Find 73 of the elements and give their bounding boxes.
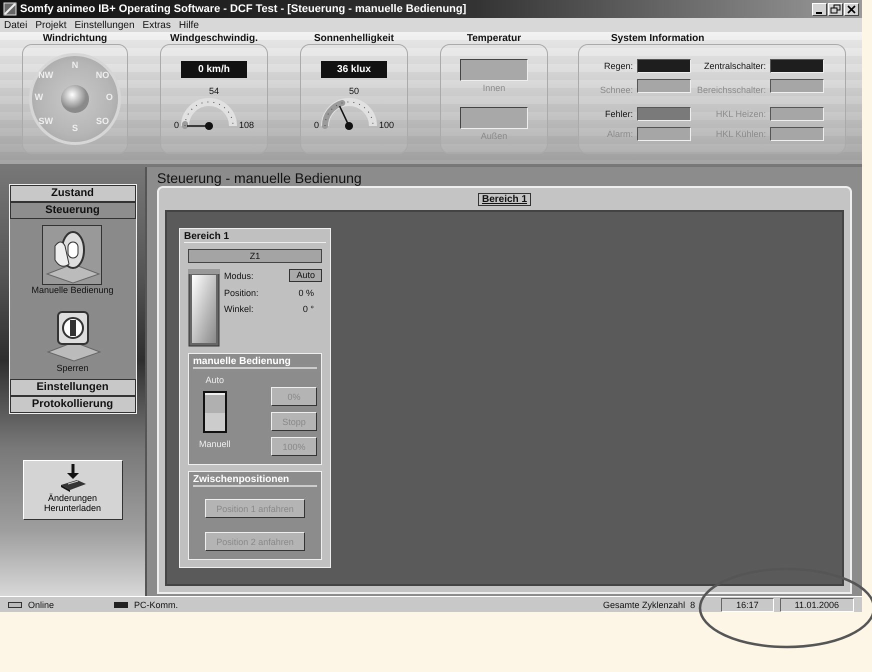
field-label: Position:	[224, 288, 259, 298]
scale-label: 0	[174, 120, 179, 130]
zone-name: Z1	[188, 249, 322, 263]
panel-title: Temperatur	[466, 33, 522, 44]
navigation-item[interactable]: Sperren	[56, 363, 89, 373]
blind-icon	[188, 269, 220, 347]
gauge-needle	[338, 106, 353, 130]
compass-label: SO	[96, 116, 110, 126]
indicator-label: Zentralschalter:	[704, 61, 766, 71]
download-changes-button[interactable]: Änderungen Herunterladen	[22, 460, 122, 520]
reading-display: 36 klux	[321, 61, 387, 78]
status-time: 16:17	[721, 598, 774, 612]
indicator-label: Schnee:	[600, 85, 633, 95]
indicator-label: HKL Heizen:	[716, 109, 766, 119]
compass-label: O	[106, 92, 113, 102]
navigation-tab[interactable]: Zustand	[10, 185, 136, 202]
page-title: Steuerung - manuelle Bedienung	[157, 170, 363, 186]
navigation-tab[interactable]: Einstellungen	[10, 379, 136, 396]
compass-label: W	[34, 92, 44, 102]
reading-display: 0 km/h	[181, 61, 247, 78]
field-label: Modus:	[224, 270, 254, 280]
computer-icon	[114, 602, 128, 608]
temperature-field	[460, 59, 528, 81]
switch-label: Auto	[206, 375, 224, 385]
compass-label: N	[72, 60, 78, 70]
compass-label: SW	[38, 116, 53, 126]
temperature-field	[460, 107, 528, 129]
scale-label: 0	[314, 120, 319, 130]
panel-title: System Information	[611, 33, 706, 44]
menu-item[interactable]: Hilfe	[178, 20, 199, 30]
status-text: PC-Komm.	[134, 600, 178, 610]
compass-label: NO	[96, 70, 110, 80]
auto-manual-switch[interactable]	[202, 391, 227, 433]
window-title: Somfy animeo IB+ Operating Software - DCF Test - [Steuerung - manuelle Bedienung]	[20, 3, 468, 15]
card-title: Bereich 1	[184, 231, 326, 243]
scale-label: 54	[208, 86, 219, 96]
indicator-label: Bereichsschalter:	[697, 85, 766, 95]
field-label: Winkel:	[224, 304, 254, 314]
menu-item[interactable]: Projekt	[35, 20, 66, 30]
app-icon	[3, 2, 17, 16]
switch-label: Manuell	[199, 439, 231, 449]
close-icon[interactable]	[844, 2, 859, 16]
field-value: 0 °	[302, 304, 315, 314]
menu-item[interactable]: Einstellungen	[74, 20, 135, 30]
card-title: Zwischenpositionen	[193, 474, 317, 487]
status-text: Online	[28, 600, 54, 610]
indicator-label: Regen:	[604, 61, 633, 71]
card-title: manuelle Bedienung	[193, 356, 317, 369]
mode-field: Auto	[289, 269, 322, 282]
status-text: Gesamte Zyklenzahl 8	[602, 600, 696, 610]
connection-icon	[8, 602, 22, 608]
status-date: 11.01.2006	[780, 598, 854, 612]
navigation-tab[interactable]: Protokollierung	[10, 396, 136, 413]
field-label: Innen	[482, 83, 506, 93]
navigation-tab[interactable]: Steuerung	[10, 202, 136, 219]
minimize-icon[interactable]	[812, 2, 827, 16]
scale-label: 100	[378, 120, 394, 130]
compass-knob-icon	[60, 84, 90, 114]
menu-item[interactable]: Datei	[4, 20, 28, 30]
panel-title: Sonnenhelligkeit	[312, 33, 395, 44]
hand-icon[interactable]	[42, 225, 102, 285]
indicator-label: Fehler:	[604, 109, 633, 119]
scale-label: 50	[348, 86, 359, 96]
panel-title: Windgeschwindig.	[169, 33, 259, 44]
panel-title: Windrichtung	[42, 33, 108, 44]
restore-icon[interactable]	[828, 2, 843, 16]
scale-label: 108	[238, 120, 254, 130]
compass-label: NW	[38, 70, 54, 80]
menu-item[interactable]: Extras	[142, 20, 171, 30]
field-value: 0 %	[298, 288, 315, 298]
navigation-item[interactable]: Manuelle Bedienung	[31, 285, 114, 295]
tab[interactable]: Bereich 1	[478, 192, 532, 206]
gauge-needle	[186, 122, 213, 130]
